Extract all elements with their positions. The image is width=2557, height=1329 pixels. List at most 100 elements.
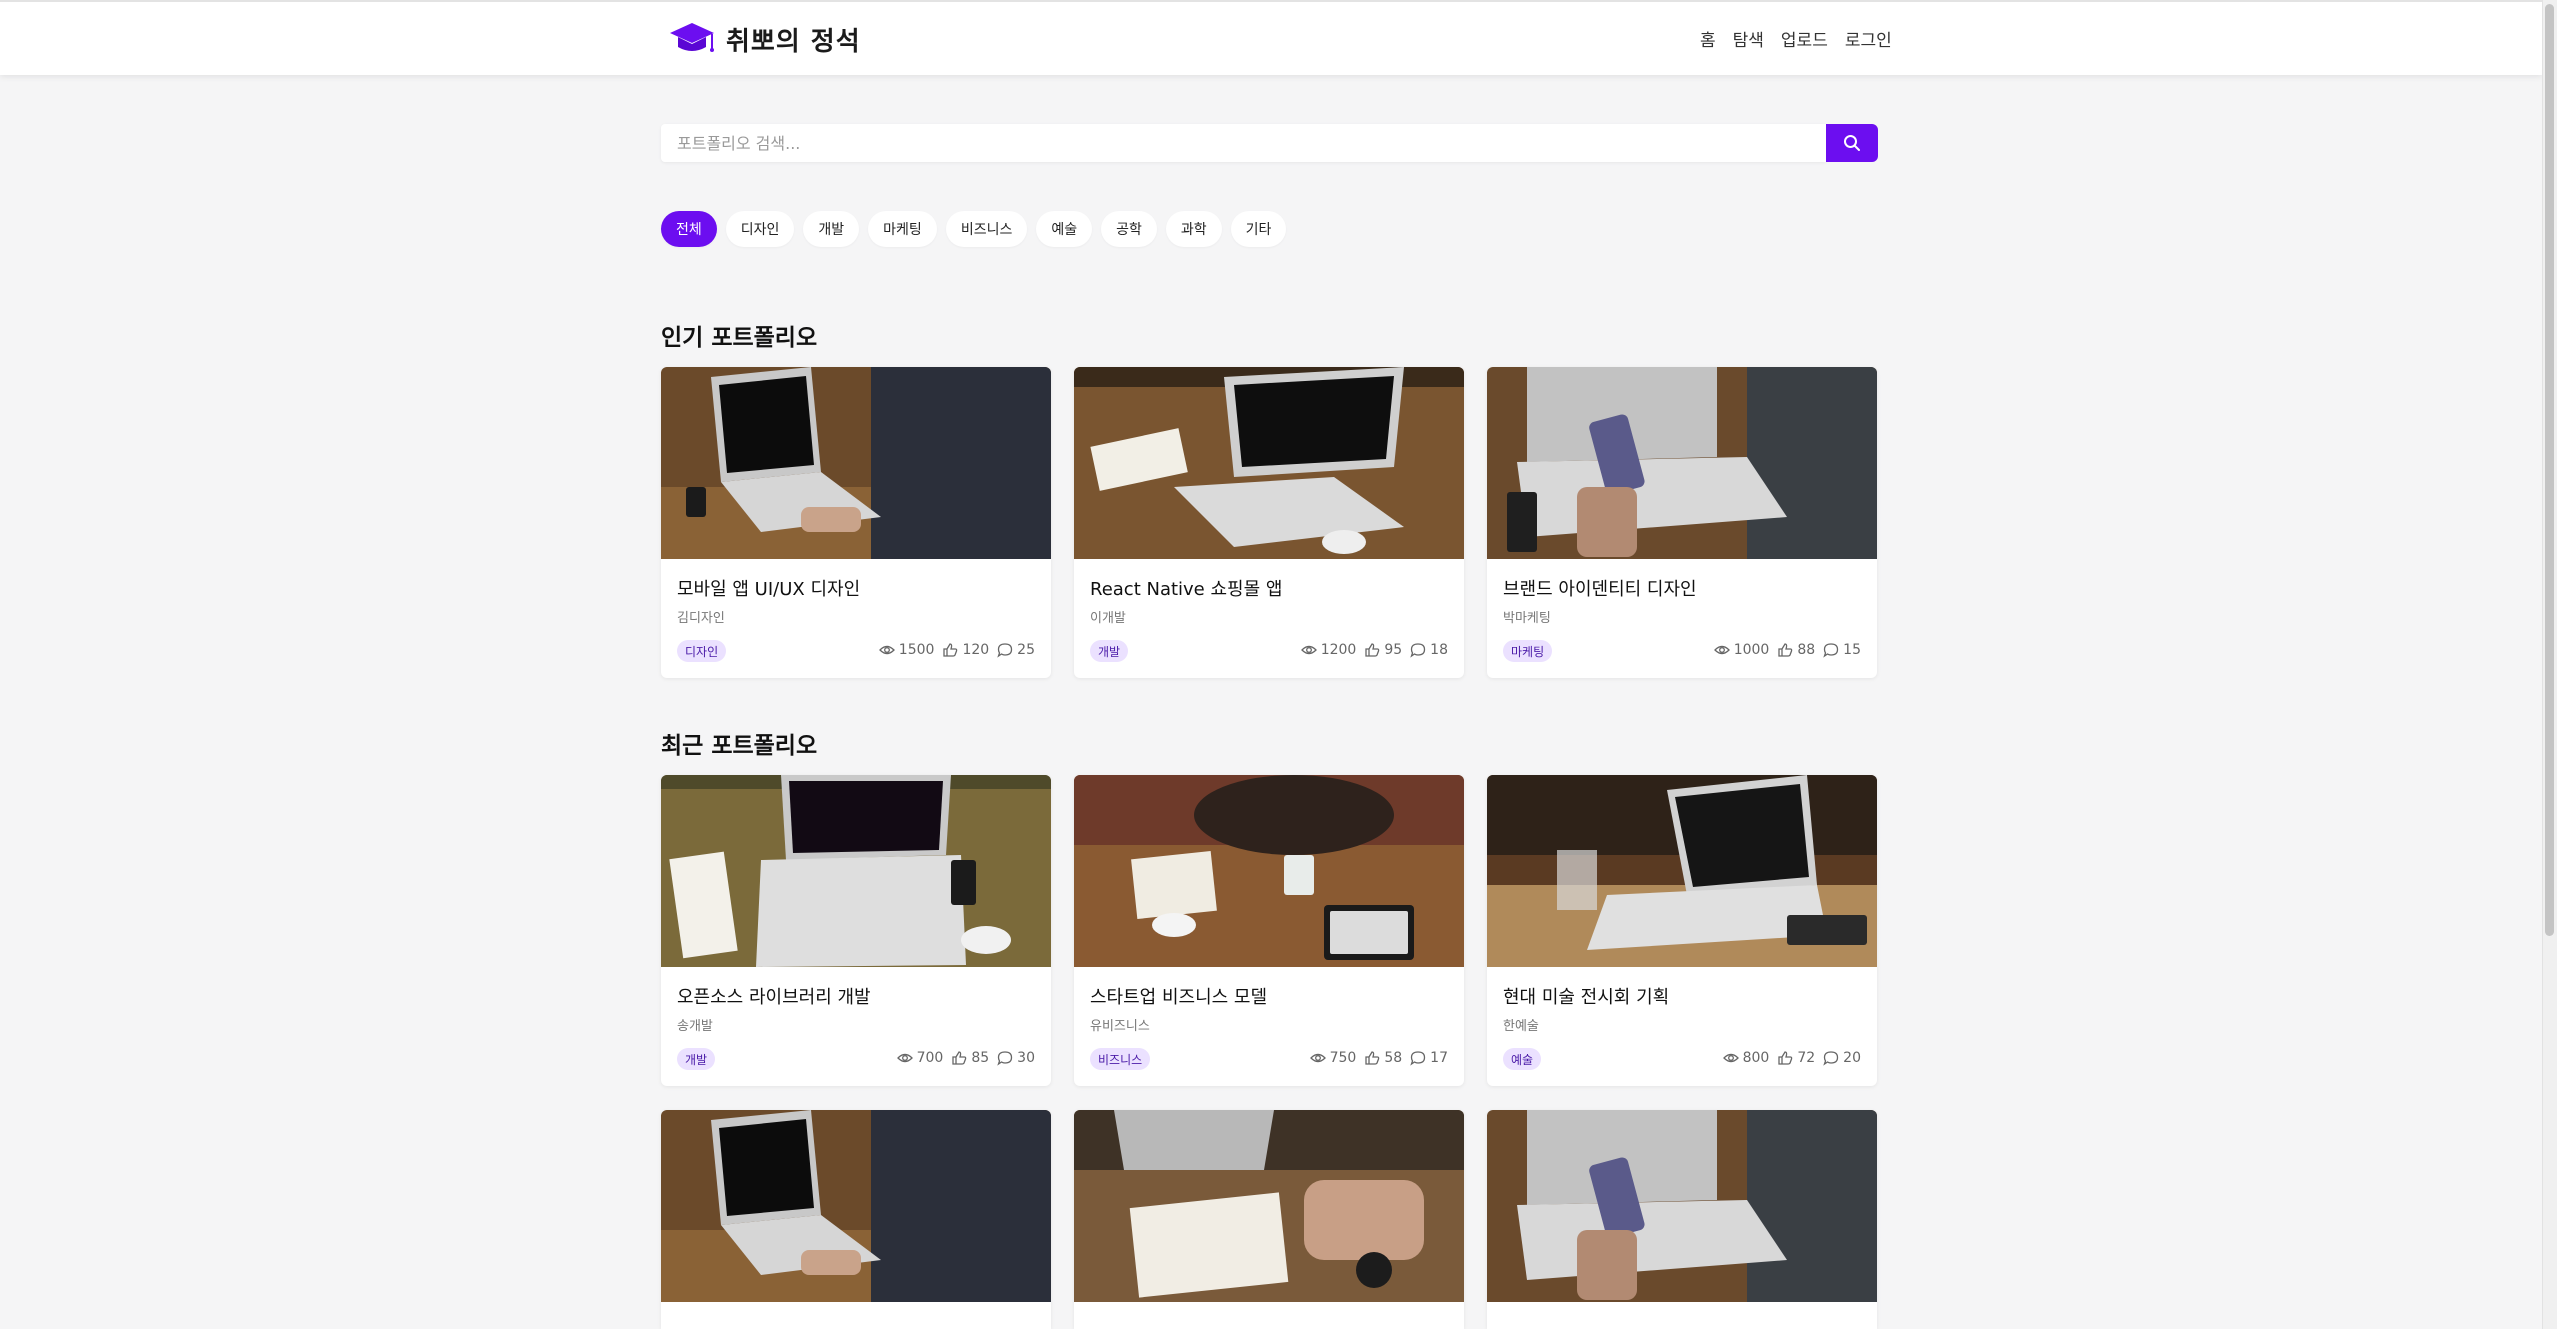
card-author: 이개발	[1090, 611, 1126, 626]
category-filter: 전체 디자인 개발 마케팅 비즈니스 예술 공학 과학 기타	[661, 211, 1287, 247]
views-count: 1000	[1733, 642, 1770, 658]
logo[interactable]: 취뽀의 정석	[668, 18, 861, 60]
eye-icon	[878, 645, 895, 655]
likes-count: 88	[1797, 642, 1816, 658]
card-title: React Native 쇼핑몰 앱	[1090, 579, 1283, 600]
portfolio-card[interactable]	[661, 1110, 1051, 1329]
main-nav: 홈 탐색 업로드 로그인	[1700, 26, 1892, 51]
views-count: 1500	[898, 642, 935, 658]
portfolio-thumbnail	[1487, 367, 1877, 559]
likes-count: 95	[1384, 642, 1403, 658]
eye-icon	[1309, 1053, 1326, 1063]
card-author: 박마케팅	[1503, 611, 1551, 626]
likes-count: 85	[971, 1050, 990, 1066]
category-chip-science[interactable]: 과학	[1165, 211, 1222, 247]
portfolio-card[interactable]: 오픈소스 라이브러리 개발 송개발 개발 700 85 30	[661, 775, 1051, 1086]
eye-icon	[896, 1053, 913, 1063]
thumbs-up-icon	[1778, 643, 1793, 657]
portfolio-card[interactable]: 브랜드 아이덴티티 디자인 박마케팅 마케팅 1000 88 15	[1487, 367, 1877, 678]
comments-count: 20	[1843, 1050, 1861, 1066]
portfolio-thumbnail	[1074, 1110, 1464, 1302]
portfolio-thumbnail	[1487, 1110, 1877, 1302]
card-stats: 750 58 17	[1309, 1050, 1448, 1066]
category-badge: 비즈니스	[1090, 1048, 1151, 1070]
comments-count: 15	[1843, 642, 1861, 658]
card-stats: 800 72 20	[1722, 1050, 1861, 1066]
portfolio-card[interactable]: 모바일 앱 UI/UX 디자인 김디자인 디자인 1500 120 25	[661, 367, 1051, 678]
category-badge: 개발	[677, 1048, 716, 1070]
category-chip-marketing[interactable]: 마케팅	[868, 211, 937, 247]
portfolio-thumbnail	[661, 1110, 1051, 1302]
category-badge: 예술	[1503, 1048, 1542, 1070]
category-chip-development[interactable]: 개발	[803, 211, 860, 247]
category-chip-other[interactable]: 기타	[1230, 211, 1287, 247]
card-stats: 1000 88 15	[1713, 642, 1861, 658]
thumbs-up-icon	[1365, 1051, 1380, 1065]
card-title: 오픈소스 라이브러리 개발	[677, 987, 871, 1008]
card-author: 유비즈니스	[1090, 1019, 1150, 1034]
thumbs-up-icon	[1778, 1051, 1793, 1065]
comment-icon	[1823, 1051, 1839, 1066]
likes-count: 72	[1797, 1050, 1816, 1066]
portfolio-thumbnail	[1074, 775, 1464, 967]
card-stats: 1200 95 18	[1300, 642, 1448, 658]
thumbs-up-icon	[952, 1051, 967, 1065]
search-icon	[1844, 135, 1860, 151]
card-stats: 700 85 30	[896, 1050, 1035, 1066]
card-author: 송개발	[677, 1019, 713, 1034]
category-badge: 디자인	[677, 640, 727, 662]
views-count: 700	[916, 1050, 944, 1066]
nav-home[interactable]: 홈	[1700, 26, 1716, 51]
views-count: 1200	[1320, 642, 1357, 658]
scrollbar-thumb[interactable]	[2545, 4, 2554, 936]
graduation-cap-icon	[670, 23, 714, 52]
nav-login[interactable]: 로그인	[1845, 26, 1892, 51]
portfolio-card[interactable]: 현대 미술 전시회 기획 한예술 예술 800 72 20	[1487, 775, 1877, 1086]
portfolio-thumbnail	[1487, 775, 1877, 967]
likes-count: 58	[1384, 1050, 1403, 1066]
card-title: 현대 미술 전시회 기획	[1503, 987, 1670, 1008]
portfolio-card[interactable]	[1074, 1110, 1464, 1329]
thumbs-up-icon	[943, 643, 958, 657]
views-count: 800	[1742, 1050, 1770, 1066]
views-count: 750	[1329, 1050, 1357, 1066]
card-author: 김디자인	[677, 611, 725, 626]
eye-icon	[1722, 1053, 1739, 1063]
category-badge: 마케팅	[1503, 640, 1553, 662]
category-badge: 개발	[1090, 640, 1129, 662]
comments-count: 18	[1430, 642, 1448, 658]
card-title: 모바일 앱 UI/UX 디자인	[677, 579, 861, 600]
nav-explore[interactable]: 탐색	[1733, 26, 1764, 51]
comments-count: 17	[1430, 1050, 1448, 1066]
search-button[interactable]	[1826, 124, 1878, 162]
thumbs-up-icon	[1365, 643, 1380, 657]
search-input[interactable]	[661, 124, 1826, 162]
comment-icon	[1823, 643, 1839, 658]
comment-icon	[1410, 1051, 1426, 1066]
logo-text: 취뽀의 정석	[726, 26, 861, 57]
comment-icon	[1410, 643, 1426, 658]
portfolio-thumbnail	[661, 367, 1051, 559]
eye-icon	[1300, 645, 1317, 655]
comments-count: 25	[1017, 642, 1035, 658]
category-chip-business[interactable]: 비즈니스	[945, 211, 1028, 247]
comment-icon	[997, 1051, 1013, 1066]
card-title: 브랜드 아이덴티티 디자인	[1503, 579, 1697, 600]
portfolio-thumbnail	[1074, 367, 1464, 559]
likes-count: 120	[962, 642, 990, 658]
category-chip-engineering[interactable]: 공학	[1101, 211, 1157, 247]
comment-icon	[997, 643, 1013, 658]
category-chip-art[interactable]: 예술	[1036, 211, 1093, 247]
category-chip-all[interactable]: 전체	[661, 211, 717, 247]
portfolio-thumbnail	[661, 775, 1051, 967]
card-title: 스타트업 비즈니스 모델	[1090, 987, 1268, 1008]
card-stats: 1500 120 25	[878, 642, 1035, 658]
top-navigation-bar: 취뽀의 정석 홈 탐색 업로드 로그인	[0, 0, 2542, 75]
nav-upload[interactable]: 업로드	[1781, 26, 1828, 51]
portfolio-card[interactable]: 스타트업 비즈니스 모델 유비즈니스 비즈니스 750 58 17	[1074, 775, 1464, 1086]
category-chip-design[interactable]: 디자인	[725, 211, 795, 247]
recent-section-title: 최근 포트폴리오	[661, 733, 818, 759]
portfolio-card[interactable]: React Native 쇼핑몰 앱 이개발 개발 1200 95 18	[1074, 367, 1464, 678]
popular-section-title: 인기 포트폴리오	[661, 325, 818, 351]
portfolio-card[interactable]	[1487, 1110, 1877, 1329]
